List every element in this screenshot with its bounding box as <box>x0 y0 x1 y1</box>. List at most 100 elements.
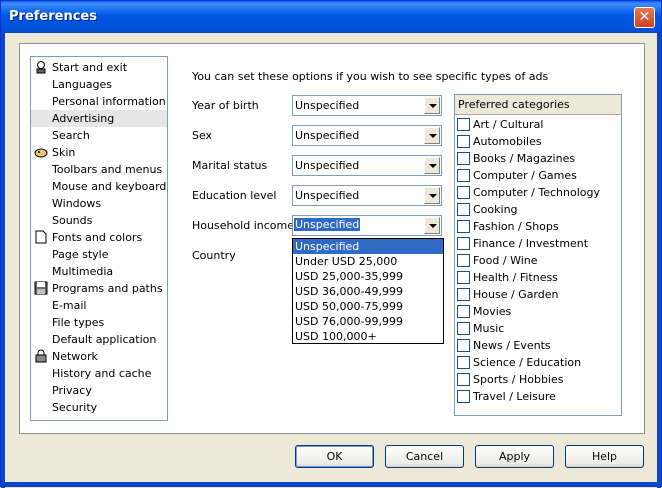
chevron-down-icon[interactable] <box>424 127 440 144</box>
category-checkbox[interactable] <box>457 168 470 182</box>
sidebar-item-page-style[interactable]: Page style <box>31 246 167 263</box>
sidebar-item-multimedia[interactable]: Multimedia <box>31 263 167 280</box>
dropdown-option[interactable]: Under USD 25,000 <box>293 254 443 269</box>
category-item[interactable]: Food / Wine <box>457 253 538 270</box>
chevron-down-icon[interactable] <box>424 217 440 234</box>
dropdown-option[interactable]: Unspecified <box>293 239 443 254</box>
sidebar-item-default-application[interactable]: Default application <box>31 331 167 348</box>
category-checkbox[interactable] <box>457 389 470 403</box>
preferences-window: Preferences ✕ Start and exit Languages P… <box>0 0 662 488</box>
sidebar-item-label: Sounds <box>52 214 93 227</box>
select-value: Unspecified <box>295 129 360 142</box>
sidebar-item-search[interactable]: Search <box>31 127 167 144</box>
sidebar-item-history-and-cache[interactable]: History and cache <box>31 365 167 382</box>
category-checkbox[interactable] <box>457 219 470 233</box>
cancel-button[interactable]: Cancel <box>385 445 464 468</box>
category-item[interactable]: Movies <box>457 304 511 321</box>
window-frame-left <box>1 33 5 488</box>
sidebar-item-start-and-exit[interactable]: Start and exit <box>31 59 167 76</box>
category-item[interactable]: Travel / Leisure <box>457 389 556 406</box>
category-checkbox[interactable] <box>457 134 470 148</box>
chevron-down-icon[interactable] <box>424 187 440 204</box>
marital-status-select[interactable]: Unspecified <box>292 155 442 176</box>
apply-button[interactable]: Apply <box>475 445 554 468</box>
category-checkbox[interactable] <box>457 321 470 335</box>
category-checkbox[interactable] <box>457 202 470 216</box>
category-item[interactable]: Books / Magazines <box>457 151 575 168</box>
category-item[interactable]: Health / Fitness <box>457 270 558 287</box>
category-item[interactable]: Fashion / Shops <box>457 219 559 236</box>
window-frame-right <box>657 33 661 488</box>
category-label: Computer / Games <box>473 169 577 182</box>
sidebar-item-programs-and-paths[interactable]: Programs and paths <box>31 280 167 297</box>
year-of-birth-select[interactable]: Unspecified <box>292 95 442 116</box>
dropdown-option[interactable]: USD 76,000-99,999 <box>293 314 443 329</box>
sidebar-item-mouse-and-keyboard[interactable]: Mouse and keyboard <box>31 178 167 195</box>
dropdown-option[interactable]: USD 100,000+ <box>293 329 443 344</box>
category-checkbox[interactable] <box>457 117 470 131</box>
sidebar-item-label: Skin <box>52 146 76 159</box>
title-bar[interactable]: Preferences ✕ <box>1 1 661 33</box>
sidebar-item-privacy[interactable]: Privacy <box>31 382 167 399</box>
preferred-categories-header: Preferred categories <box>455 95 621 115</box>
help-button[interactable]: Help <box>565 445 644 468</box>
category-checkbox[interactable] <box>457 270 470 284</box>
category-checkbox[interactable] <box>457 372 470 386</box>
close-icon: ✕ <box>638 9 651 25</box>
sidebar-item-toolbars-and-menus[interactable]: Toolbars and menus <box>31 161 167 178</box>
sidebar-item-windows[interactable]: Windows <box>31 195 167 212</box>
category-checkbox[interactable] <box>457 151 470 165</box>
sidebar-item-label: Languages <box>52 78 113 91</box>
category-checkbox[interactable] <box>457 338 470 352</box>
category-item[interactable]: Computer / Technology <box>457 185 600 202</box>
sidebar-item-skin[interactable]: Skin <box>31 144 167 161</box>
education-level-select[interactable]: Unspecified <box>292 185 442 206</box>
category-item[interactable]: Art / Cultural <box>457 117 543 134</box>
sidebar-item-label: History and cache <box>52 367 152 380</box>
lock-icon <box>35 349 47 363</box>
sidebar-item-security[interactable]: Security <box>31 399 167 416</box>
category-item[interactable]: Music <box>457 321 504 338</box>
dropdown-option[interactable]: USD 25,000-35,999 <box>293 269 443 284</box>
sidebar-item-fonts-and-colors[interactable]: Fonts and colors <box>31 229 167 246</box>
household-income-select[interactable]: Unspecified <box>292 215 442 236</box>
dropdown-option[interactable]: USD 50,000-75,999 <box>293 299 443 314</box>
category-checkbox[interactable] <box>457 236 470 250</box>
sidebar-item-network[interactable]: Network <box>31 348 167 365</box>
chevron-down-icon[interactable] <box>424 157 440 174</box>
marital-status-label: Marital status <box>192 159 268 172</box>
window-title: Preferences <box>9 9 97 24</box>
category-item[interactable]: Cooking <box>457 202 518 219</box>
category-label: House / Garden <box>473 288 559 301</box>
category-item[interactable]: Finance / Investment <box>457 236 588 253</box>
category-item[interactable]: Automobiles <box>457 134 542 151</box>
category-checkbox[interactable] <box>457 185 470 199</box>
sex-select[interactable]: Unspecified <box>292 125 442 146</box>
sidebar-item-languages[interactable]: Languages <box>31 76 167 93</box>
sidebar-item-label: Default application <box>52 333 157 346</box>
select-value: Unspecified <box>295 189 360 202</box>
category-item[interactable]: Computer / Games <box>457 168 577 185</box>
category-checkbox[interactable] <box>457 287 470 301</box>
ok-button[interactable]: OK <box>295 445 374 468</box>
sidebar-item-sounds[interactable]: Sounds <box>31 212 167 229</box>
category-item[interactable]: Sports / Hobbies <box>457 372 563 389</box>
sidebar-item-file-types[interactable]: File types <box>31 314 167 331</box>
sidebar-item-label: Programs and paths <box>52 282 163 295</box>
category-item[interactable]: House / Garden <box>457 287 559 304</box>
close-button[interactable]: ✕ <box>634 7 655 28</box>
category-checkbox[interactable] <box>457 355 470 369</box>
category-checkbox[interactable] <box>457 304 470 318</box>
sidebar-item-label: Page style <box>52 248 109 261</box>
category-item[interactable]: News / Events <box>457 338 551 355</box>
sidebar-item-e-mail[interactable]: E-mail <box>31 297 167 314</box>
content-panel: Start and exit Languages Personal inform… <box>19 43 645 434</box>
sidebar-item-label: E-mail <box>52 299 87 312</box>
category-item[interactable]: Science / Education <box>457 355 581 372</box>
sidebar-item-label: Multimedia <box>52 265 114 278</box>
dropdown-option[interactable]: USD 36,000-49,999 <box>293 284 443 299</box>
category-checkbox[interactable] <box>457 253 470 267</box>
chevron-down-icon[interactable] <box>424 97 440 114</box>
sidebar-item-personal-information[interactable]: Personal information <box>31 93 167 110</box>
sidebar-item-advertising[interactable]: Advertising <box>31 110 167 127</box>
